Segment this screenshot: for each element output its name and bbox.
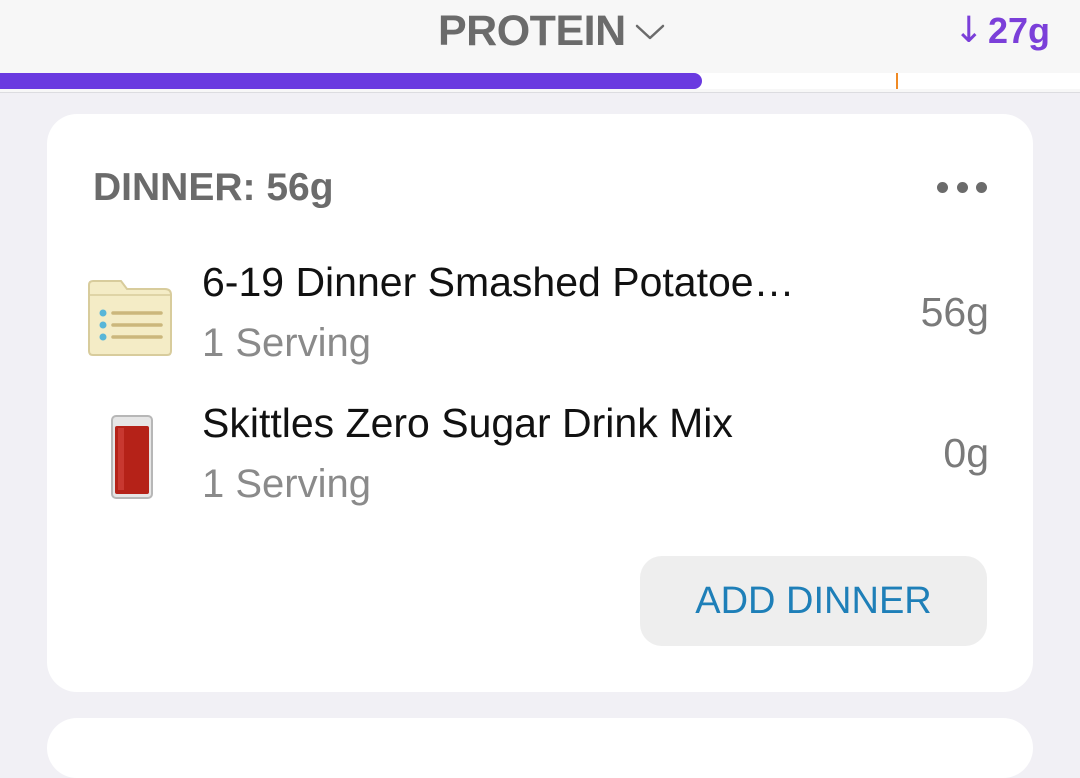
food-item[interactable]: Skittles Zero Sugar Drink Mix 1 Serving … (47, 400, 1033, 520)
nutrient-selector[interactable]: PROTEIN (438, 6, 666, 56)
next-meal-card (47, 718, 1033, 778)
more-options-button[interactable] (937, 174, 987, 200)
food-serving: 1 Serving (202, 462, 371, 506)
ellipsis-icon (976, 181, 987, 193)
goal-marker (896, 73, 899, 89)
recipe-folder-icon (88, 280, 172, 356)
remaining-value: 27g (987, 10, 1050, 51)
food-protein-amount: 56g (920, 289, 989, 335)
down-arrow-icon: ↓ (953, 10, 984, 51)
chevron-down-icon (635, 24, 664, 40)
top-bar: PROTEIN ↓ 27g (0, 0, 1080, 93)
ellipsis-icon (937, 181, 948, 193)
drink-glass-icon (111, 415, 153, 499)
meal-card-dinner: DINNER: 56g 6-19 Dinner Smashed Potatoe…… (47, 114, 1033, 692)
add-dinner-button[interactable]: ADD DINNER (640, 556, 987, 646)
food-item[interactable]: 6-19 Dinner Smashed Potatoe… 1 Serving 5… (47, 259, 1033, 379)
food-name: 6-19 Dinner Smashed Potatoe… (202, 259, 795, 305)
ellipsis-icon (956, 181, 968, 193)
meal-title: DINNER: 56g (93, 166, 334, 209)
progress-fill (0, 73, 702, 89)
food-protein-amount: 0g (943, 430, 989, 476)
nutrient-title: PROTEIN (438, 6, 626, 55)
food-name: Skittles Zero Sugar Drink Mix (202, 400, 733, 446)
remaining-indicator: ↓ 27g (954, 8, 1050, 54)
food-serving: 1 Serving (202, 321, 371, 365)
progress-bar (0, 73, 1080, 89)
